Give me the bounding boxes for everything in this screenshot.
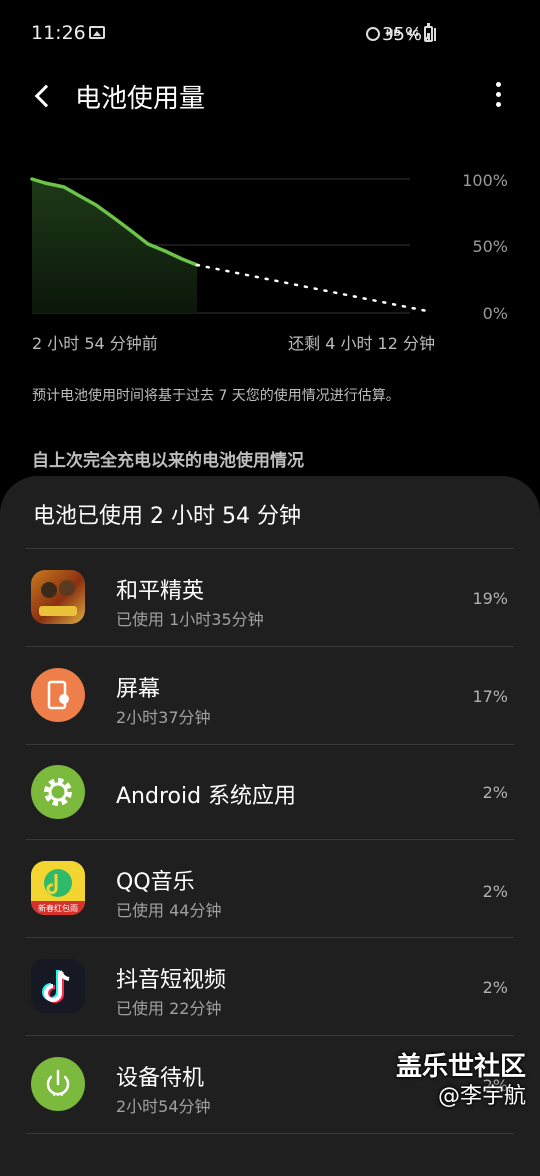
game-icon xyxy=(31,570,85,624)
app-percent: 17% xyxy=(472,687,508,706)
more-options-icon[interactable] xyxy=(486,80,510,112)
app-percent: 2% xyxy=(482,783,508,802)
status-bar: 11:26 HD 4G 35% xyxy=(0,0,540,68)
app-name: 设备待机 xyxy=(116,1066,205,1091)
y-tick-50: 50% xyxy=(472,237,508,256)
watermark-community: 盖乐世社区 xyxy=(395,1052,526,1082)
list-item-douyin[interactable]: 抖音短视频 已使用 22分钟 2% xyxy=(0,938,540,1035)
app-usage-time: 2小时54分钟 xyxy=(116,1097,211,1116)
list-item-qq-music[interactable]: 新春红包雨 QQ音乐 已使用 44分钟 2% xyxy=(0,840,540,937)
app-name: 屏幕 xyxy=(116,677,161,702)
battery-percent: 35% xyxy=(382,24,423,45)
image-notification-icon xyxy=(89,26,105,39)
app-usage-time: 2小时37分钟 xyxy=(116,708,211,727)
battery-chart: 100% 50% 0% 2 小时 54 分钟前 还剩 4 小时 12 分钟 xyxy=(0,150,540,360)
estimate-note: 预计电池使用时间将基于过去 7 天您的使用情况进行估算。 xyxy=(32,388,400,404)
back-arrow-icon[interactable] xyxy=(32,82,60,110)
y-tick-100: 100% xyxy=(462,171,508,190)
page-title: 电池使用量 xyxy=(75,84,206,114)
y-tick-0: 0% xyxy=(482,304,508,323)
app-usage-time: 已使用 22分钟 xyxy=(116,999,222,1018)
alarm-icon xyxy=(365,27,380,41)
section-heading: 自上次完全充电以来的电池使用情况 xyxy=(32,451,304,471)
app-usage-time: 已使用 1小时35分钟 xyxy=(116,610,264,629)
list-item-screen[interactable]: 屏幕 2小时37分钟 17% xyxy=(0,647,540,744)
usage-title: 电池已使用 2 小时 54 分钟 xyxy=(33,504,301,529)
list-item-peace-elite[interactable]: 和平精英 已使用 1小时35分钟 19% xyxy=(0,549,540,646)
power-icon xyxy=(31,1057,85,1111)
status-time: 11:26 xyxy=(31,22,86,44)
app-percent: 2% xyxy=(482,882,508,901)
battery-icon xyxy=(424,23,433,42)
douyin-icon xyxy=(31,959,85,1013)
app-bar: 电池使用量 xyxy=(0,68,540,124)
app-percent: 2% xyxy=(482,978,508,997)
app-name: 抖音短视频 xyxy=(116,968,227,993)
x-start-label: 2 小时 54 分钟前 xyxy=(32,334,158,353)
app-percent: 19% xyxy=(472,589,508,608)
qq-music-badge: 新春红包雨 xyxy=(38,904,78,913)
app-usage-time: 已使用 44分钟 xyxy=(116,901,222,920)
qq-music-icon: 新春红包雨 xyxy=(31,861,85,915)
battery-chart-svg xyxy=(30,177,434,314)
app-name: 和平精英 xyxy=(116,579,205,604)
watermark: 盖乐世社区 @李宇航 xyxy=(396,1052,526,1112)
x-end-label: 还剩 4 小时 12 分钟 xyxy=(288,334,435,353)
history-area xyxy=(32,179,197,313)
watermark-author: @李宇航 xyxy=(437,1084,526,1109)
list-item-android-system[interactable]: Android 系统应用 2% xyxy=(0,745,540,839)
screen-icon xyxy=(31,668,85,722)
settings-gear-icon xyxy=(31,765,85,819)
app-name: QQ音乐 xyxy=(116,870,195,895)
divider xyxy=(26,1133,514,1134)
app-name: Android 系统应用 xyxy=(116,784,297,809)
forecast-line xyxy=(195,263,434,314)
